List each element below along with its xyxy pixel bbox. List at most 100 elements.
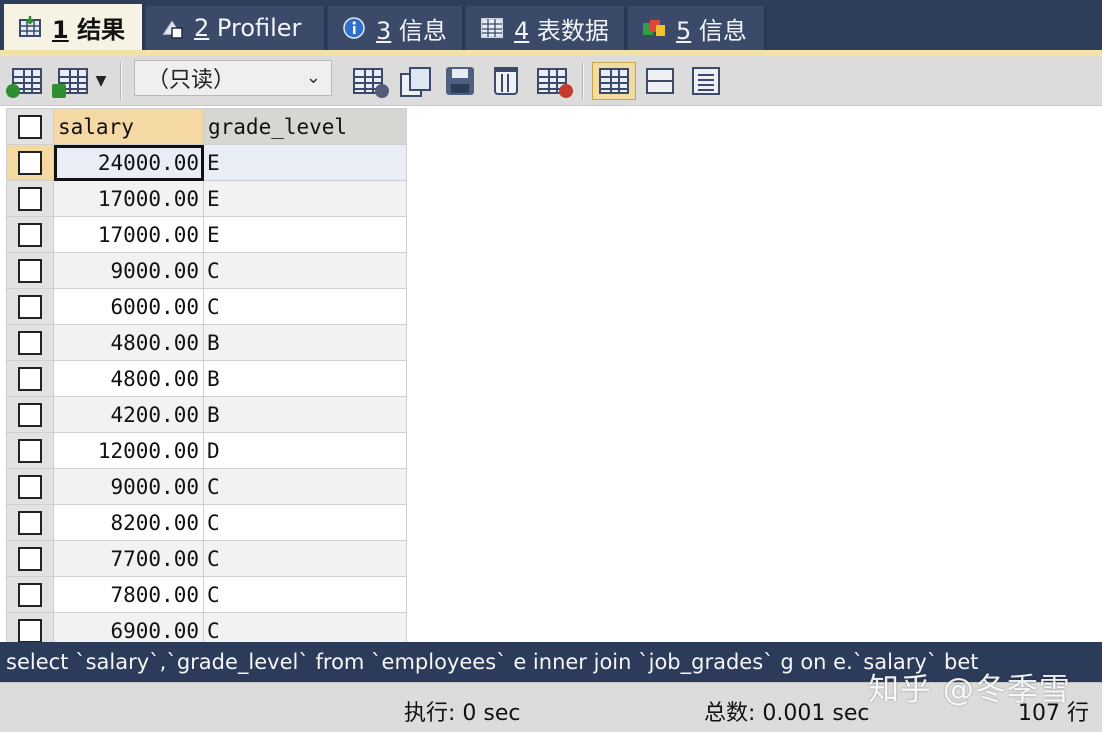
cell-salary[interactable]: 17000.00 [53, 216, 204, 253]
tab-results-label: 结果 [77, 15, 126, 44]
save-button[interactable] [440, 62, 480, 100]
cell-salary[interactable]: 8200.00 [53, 504, 204, 541]
cell-grade-level[interactable]: C [203, 252, 407, 289]
row-select-checkbox[interactable] [6, 576, 54, 613]
row-select-checkbox[interactable] [6, 252, 54, 289]
form-view-button[interactable] [640, 62, 680, 100]
table-row[interactable]: 17000.00 E [6, 216, 407, 253]
cell-salary[interactable]: 6900.00 [53, 612, 204, 642]
checkbox-icon [18, 367, 42, 391]
table-row[interactable]: 9000.00 C [6, 468, 407, 505]
select-all-checkbox[interactable] [6, 108, 54, 145]
cell-grade-level[interactable]: E [203, 144, 407, 181]
tab-table-data[interactable]: 4 表数据 [466, 6, 626, 50]
tab-results[interactable]: 1 结果 [4, 4, 144, 50]
cell-salary[interactable]: 6000.00 [53, 288, 204, 325]
cell-grade-level[interactable]: C [203, 504, 407, 541]
cell-grade-level[interactable]: E [203, 180, 407, 217]
table-row[interactable]: 4800.00 B [6, 360, 407, 397]
tab-table-data-number: 4 [514, 16, 530, 45]
tab-info-history[interactable]: 5 信息 [628, 6, 766, 50]
table-row[interactable]: 6000.00 C [6, 288, 407, 325]
delete-icon [494, 67, 518, 95]
table-row[interactable]: 4200.00 B [6, 396, 407, 433]
row-select-checkbox[interactable] [6, 612, 54, 642]
tab-info[interactable]: 3 信息 [328, 6, 464, 50]
cell-salary[interactable]: 24000.00 [53, 144, 204, 181]
cell-grade-level[interactable]: C [203, 576, 407, 613]
table-row[interactable]: 4800.00 B [6, 324, 407, 361]
toolbar-separator [120, 62, 122, 100]
cell-grade-level[interactable]: C [203, 612, 407, 642]
table-row[interactable]: 6900.00 C [6, 612, 407, 642]
tab-profiler-number: 2 [194, 14, 210, 42]
cell-salary[interactable]: 17000.00 [53, 180, 204, 217]
info-history-icon [642, 16, 666, 40]
table-row[interactable]: 17000.00 E [6, 180, 407, 217]
cell-salary[interactable]: 7700.00 [53, 540, 204, 577]
readonly-mode-select[interactable]: （只读） ⌄ [134, 60, 332, 96]
tab-results-number: 1 [52, 15, 69, 44]
form-view-icon [646, 68, 674, 94]
row-select-checkbox[interactable] [6, 396, 54, 433]
text-view-button[interactable] [686, 62, 726, 100]
cell-grade-level[interactable]: B [203, 324, 407, 361]
cell-grade-level[interactable]: D [203, 432, 407, 469]
column-header-grade-level[interactable]: grade_level [203, 108, 407, 145]
cell-grade-level[interactable]: C [203, 540, 407, 577]
readonly-mode-value: （只读） [147, 68, 236, 93]
table-row[interactable]: 7700.00 C [6, 540, 407, 577]
cell-grade-level[interactable]: E [203, 216, 407, 253]
checkbox-icon [18, 583, 42, 607]
checkbox-icon [18, 619, 42, 642]
row-select-checkbox[interactable] [6, 216, 54, 253]
cell-salary[interactable]: 9000.00 [53, 252, 204, 289]
column-header-salary[interactable]: salary [53, 108, 204, 145]
row-select-checkbox[interactable] [6, 180, 54, 217]
row-select-checkbox[interactable] [6, 144, 54, 181]
row-select-checkbox[interactable] [6, 360, 54, 397]
checkbox-icon [18, 151, 42, 175]
chevron-down-icon: ⌄ [305, 67, 321, 88]
insert-row-button[interactable] [6, 62, 46, 100]
text-view-icon [692, 67, 720, 95]
copy-row-button[interactable] [394, 62, 434, 100]
cell-salary[interactable]: 4200.00 [53, 396, 204, 433]
checkbox-icon [18, 295, 42, 319]
table-row[interactable]: 9000.00 C [6, 252, 407, 289]
cancel-changes-button[interactable] [532, 62, 573, 100]
checkbox-icon [18, 511, 42, 535]
row-select-checkbox[interactable] [6, 540, 54, 577]
cell-salary[interactable]: 12000.00 [53, 432, 204, 469]
row-select-checkbox[interactable] [6, 432, 54, 469]
duplicate-row-button[interactable] [348, 62, 389, 100]
cell-grade-level[interactable]: C [203, 288, 407, 325]
table-row[interactable]: 8200.00 C [6, 504, 407, 541]
grid-header-row: salary grade_level [6, 108, 407, 145]
cell-salary[interactable]: 7800.00 [53, 576, 204, 613]
cell-salary[interactable]: 9000.00 [53, 468, 204, 505]
cell-grade-level[interactable]: C [203, 468, 407, 505]
status-total-time: 总数: 0.001 sec [704, 701, 870, 726]
copy-row-icon [400, 67, 431, 97]
tab-profiler[interactable]: 2 Profiler [146, 6, 326, 50]
result-grid: salary grade_level 24000.00 E 17000.00 E 170… [6, 108, 407, 642]
result-tab-bar: 1 结果 2 Profiler 3 信息 4 表数据 5 信息 [0, 0, 1102, 50]
checkbox-icon [18, 259, 42, 283]
table-row[interactable]: 24000.00 E [6, 144, 407, 181]
table-data-icon [480, 16, 504, 40]
cell-grade-level[interactable]: B [203, 360, 407, 397]
table-row[interactable]: 12000.00 D [6, 432, 407, 469]
row-select-checkbox[interactable] [6, 324, 54, 361]
grid-view-button[interactable] [592, 62, 636, 100]
row-select-checkbox[interactable] [6, 288, 54, 325]
cell-grade-level[interactable]: B [203, 396, 407, 433]
delete-button[interactable] [486, 62, 526, 100]
row-select-checkbox[interactable] [6, 468, 54, 505]
export-button[interactable]: ▼ [51, 62, 112, 100]
cell-salary[interactable]: 4800.00 [53, 324, 204, 361]
tab-info-history-number: 5 [676, 16, 692, 45]
cell-salary[interactable]: 4800.00 [53, 360, 204, 397]
table-row[interactable]: 7800.00 C [6, 576, 407, 613]
row-select-checkbox[interactable] [6, 504, 54, 541]
